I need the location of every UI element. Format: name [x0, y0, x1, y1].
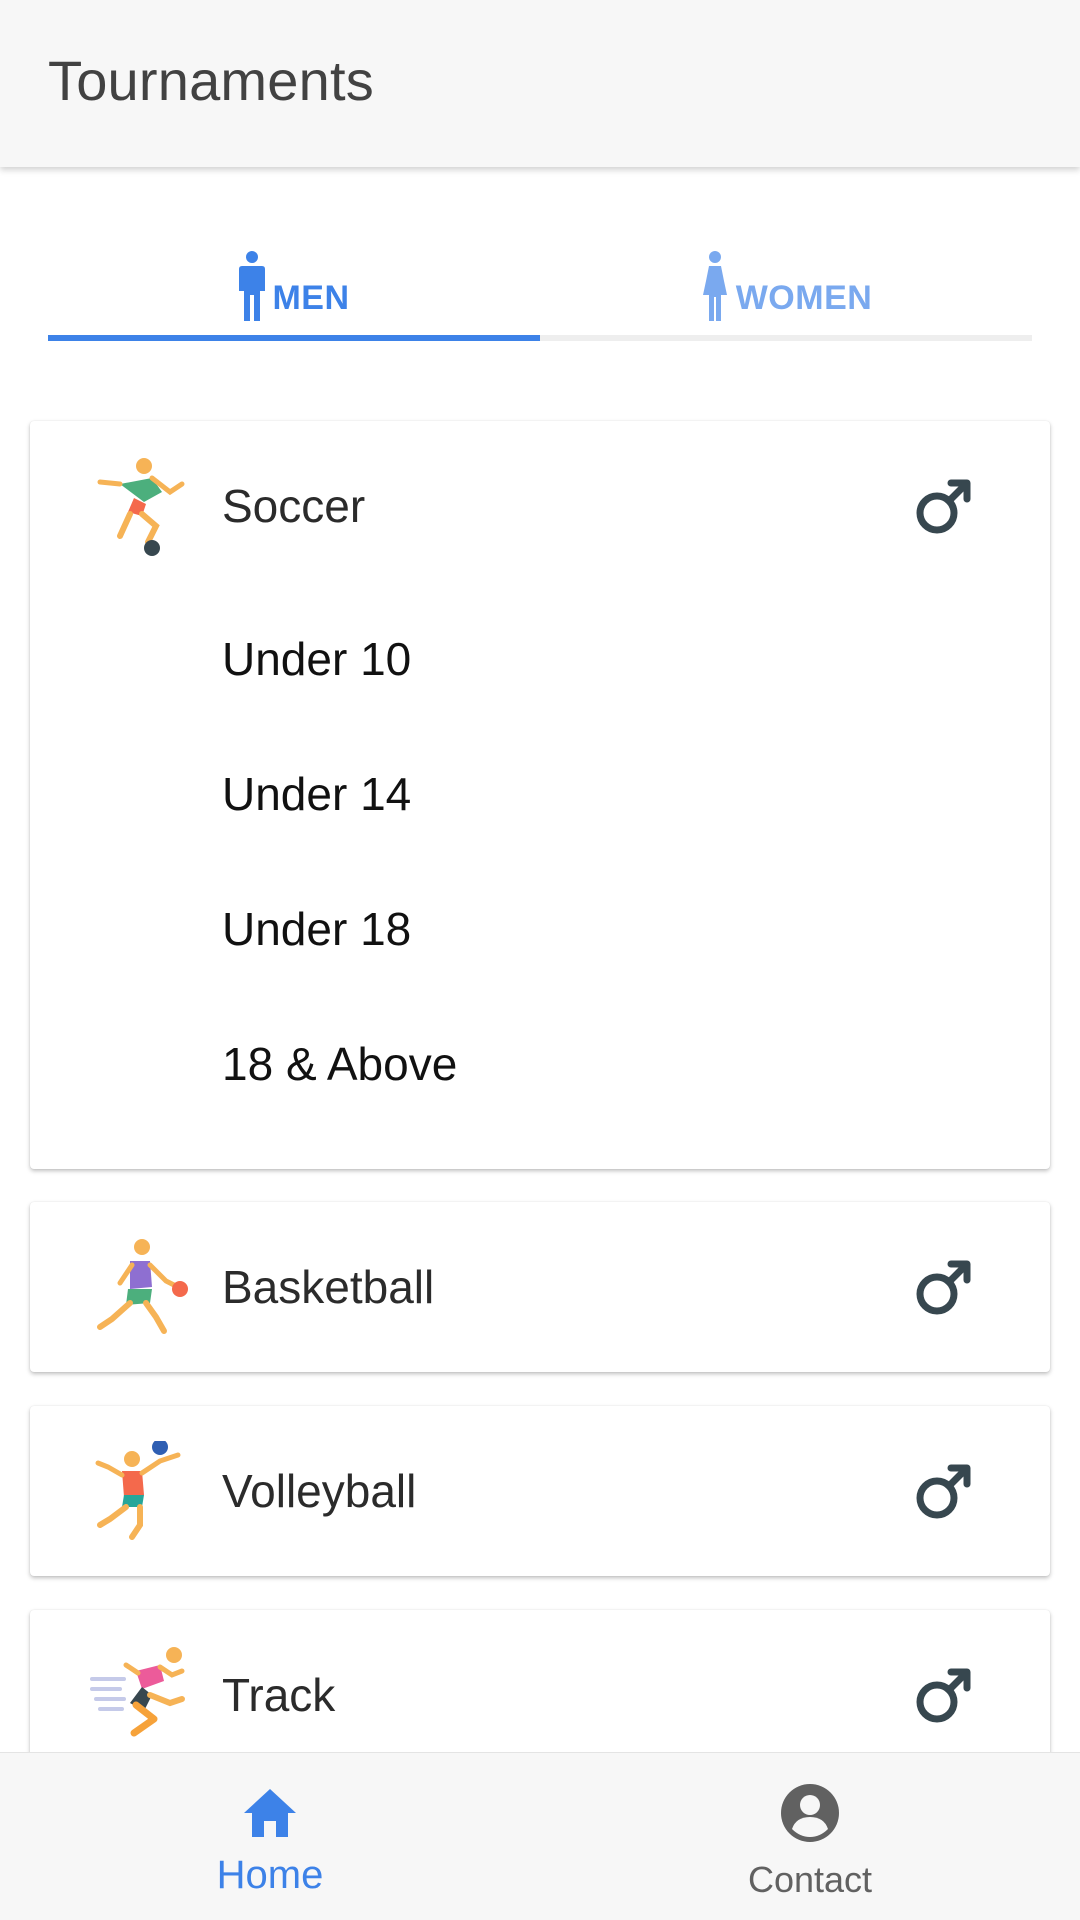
age-category-label: Under 10	[222, 632, 412, 685]
gender-tabs: MEN WOMEN	[48, 230, 1032, 342]
female-person-icon	[702, 251, 727, 321]
sport-card-basketball: Basketball	[30, 1202, 1050, 1372]
sport-name: Track	[222, 1669, 336, 1721]
sport-card-soccer: Soccer Under 10 Under 14 Under 18 18 & A…	[30, 421, 1050, 1169]
age-category-label: 18 & Above	[222, 1037, 458, 1090]
account-circle-icon	[781, 1784, 839, 1842]
tab-men-label: MEN	[272, 278, 350, 317]
sport-name: Soccer	[222, 480, 366, 532]
tab-men[interactable]: MEN	[48, 230, 540, 342]
tab-women-label: WOMEN	[735, 278, 873, 317]
tab-women[interactable]: WOMEN	[540, 230, 1032, 342]
sport-name: Volleyball	[222, 1465, 417, 1517]
tab-active-indicator	[48, 335, 540, 341]
runner-icon	[90, 1647, 185, 1737]
sport-name: Basketball	[222, 1261, 435, 1313]
age-category-label: Under 18	[222, 902, 412, 955]
sport-row-volleyball[interactable]: Volleyball	[30, 1406, 1050, 1576]
age-category-item[interactable]: 18 & Above	[30, 996, 1050, 1131]
bottom-navigation: Home Contact	[0, 1752, 1080, 1920]
male-symbol-icon	[916, 1668, 971, 1723]
sport-row-basketball[interactable]: Basketball	[30, 1202, 1050, 1372]
app-root: Tournaments MEN WOMEN Soccer Under 10 Un…	[0, 0, 1080, 1920]
male-symbol-icon	[916, 1260, 971, 1315]
volleyball-player-icon	[95, 1441, 181, 1540]
age-category-item[interactable]: Under 18	[30, 861, 1050, 996]
nav-contact-label: Contact	[747, 1859, 873, 1900]
sport-card-volleyball: Volleyball	[30, 1406, 1050, 1576]
age-category-list: Under 10 Under 14 Under 18 18 & Above	[30, 591, 1050, 1131]
nav-home-label: Home	[216, 1853, 324, 1897]
basketball-player-icon	[97, 1239, 188, 1334]
home-icon	[244, 1789, 296, 1837]
male-symbol-icon	[916, 479, 971, 534]
app-header: Tournaments	[0, 0, 1080, 167]
nav-contact[interactable]: Contact	[540, 1753, 1080, 1920]
nav-home[interactable]: Home	[0, 1753, 540, 1920]
page-title: Tournaments	[48, 49, 374, 112]
age-category-item[interactable]: Under 10	[30, 591, 1050, 726]
soccer-player-icon	[97, 458, 185, 556]
age-category-label: Under 14	[222, 767, 412, 820]
sport-row-soccer[interactable]: Soccer	[30, 421, 1050, 591]
male-person-icon	[239, 251, 266, 321]
age-category-item[interactable]: Under 14	[30, 726, 1050, 861]
male-symbol-icon	[916, 1464, 971, 1519]
